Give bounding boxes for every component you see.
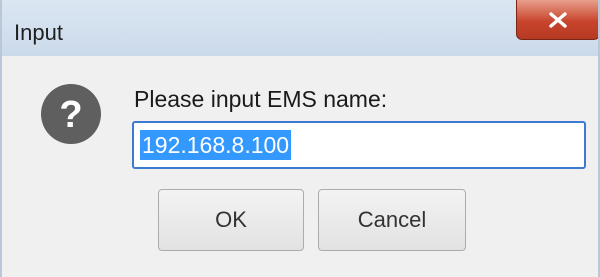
prompt-label: Please input EMS name:: [134, 86, 388, 112]
close-icon: [549, 11, 567, 28]
dialog-body: ? Please input EMS name: 192.168.8.100 O…: [2, 56, 598, 277]
close-button[interactable]: [516, 0, 598, 40]
window-title: Input: [14, 20, 63, 45]
cancel-button[interactable]: Cancel: [318, 189, 466, 251]
question-icon: ?: [41, 84, 101, 144]
title-bar[interactable]: Input: [2, 0, 598, 56]
input-selected-text[interactable]: 192.168.8.100: [140, 130, 292, 160]
ems-name-input[interactable]: 192.168.8.100: [132, 121, 586, 169]
ok-button[interactable]: OK: [158, 189, 304, 251]
input-dialog-window: Input ? Please input EMS name: 192.168.8…: [0, 0, 600, 277]
svg-text:?: ?: [59, 94, 82, 136]
